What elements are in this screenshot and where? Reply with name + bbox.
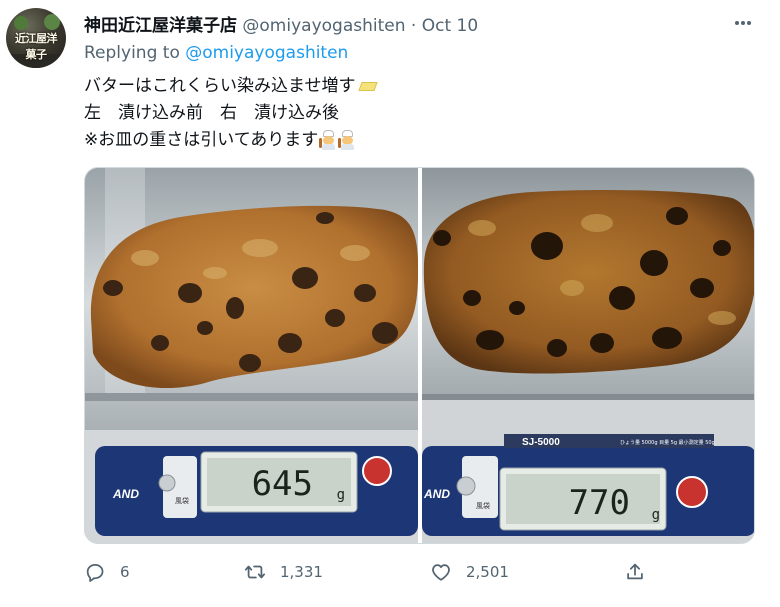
heart-icon: [432, 564, 450, 581]
author-handle[interactable]: @omiyayogashiten: [242, 16, 405, 36]
tweet-header: 神田近江屋洋菓子店 @omiyayogashiten · Oct 10: [84, 11, 478, 36]
retweet-count: 1,331: [280, 563, 323, 581]
photo-after[interactable]: SJ-5000 ひょう量 5000g 目量 5g 最小測定量 50g AND 風…: [422, 168, 754, 543]
tweet-actions: 6 1,331 2,501: [84, 561, 644, 589]
cook-emoji-icon: [338, 130, 356, 150]
photo-before[interactable]: AND 風袋 645 g: [85, 168, 418, 543]
butter-emoji-icon: [357, 79, 380, 93]
replying-to: Replying to @omiyayogashiten: [84, 43, 348, 63]
retweet-button[interactable]: 1,331: [244, 561, 323, 583]
like-count: 2,501: [466, 563, 509, 581]
tweet-text-line: ※お皿の重さは引いてあります: [84, 127, 380, 154]
avatar-logo-text: 近江屋洋菓子: [15, 32, 58, 61]
reply-button[interactable]: 6: [84, 561, 130, 583]
scale-reading: 770: [569, 483, 630, 523]
reply-count: 6: [120, 563, 130, 581]
scale-spec-label: ひょう量 5000g 目量 5g 最小測定量 50g: [620, 439, 715, 446]
like-button[interactable]: 2,501: [430, 561, 509, 583]
scale-unit: g: [337, 487, 345, 503]
tweet-date[interactable]: Oct 10: [422, 16, 478, 36]
avatar[interactable]: 近江屋洋菓子: [6, 8, 66, 68]
author-name[interactable]: 神田近江屋洋菓子店: [84, 16, 237, 36]
tweet-text-line-2: 左 漬け込み前 右 漬け込み後: [84, 103, 339, 123]
media-grid: AND 風袋 645 g SJ-5000 ひょう量 5000g 目量 5g 最小…: [84, 167, 755, 544]
tweet-text: バターはこれくらい染み込ませ増す 左 漬け込み前 右 漬け込み後 ※お皿の重さは…: [84, 73, 380, 154]
tweet-text-line: 左 漬け込み前 右 漬け込み後: [84, 100, 380, 127]
cook-emoji-icon: [319, 130, 337, 150]
more-icon[interactable]: [730, 10, 756, 36]
scale-tare-label: 風袋: [476, 501, 490, 510]
tweet-text-line-3: ※お皿の重さは引いてあります: [84, 130, 319, 150]
reply-icon: [86, 563, 104, 582]
separator-dot: ·: [410, 16, 417, 36]
scale-brand-label: AND: [112, 487, 139, 501]
tweet-text-line-1: バターはこれくらい染み込ませ増す: [84, 76, 356, 96]
tweet[interactable]: 近江屋洋菓子 神田近江屋洋菓子店 @omiyayogashiten · Oct …: [0, 0, 780, 607]
avatar-tree: [44, 14, 60, 30]
replying-prefix: Replying to: [84, 43, 180, 63]
share-icon: [627, 563, 643, 580]
avatar-tree: [14, 16, 28, 30]
scale-reading: 645: [252, 464, 313, 504]
tweet-text-line: バターはこれくらい染み込ませ増す: [84, 73, 380, 100]
scale-brand-label: AND: [423, 487, 450, 501]
share-button[interactable]: [624, 561, 646, 583]
scale-unit: g: [652, 507, 660, 523]
reply-mention-link[interactable]: @omiyayogashiten: [185, 43, 348, 63]
retweet-icon: [244, 565, 266, 579]
scale-model-label: SJ-5000: [522, 437, 560, 448]
scale-tare-label: 風袋: [175, 496, 189, 505]
